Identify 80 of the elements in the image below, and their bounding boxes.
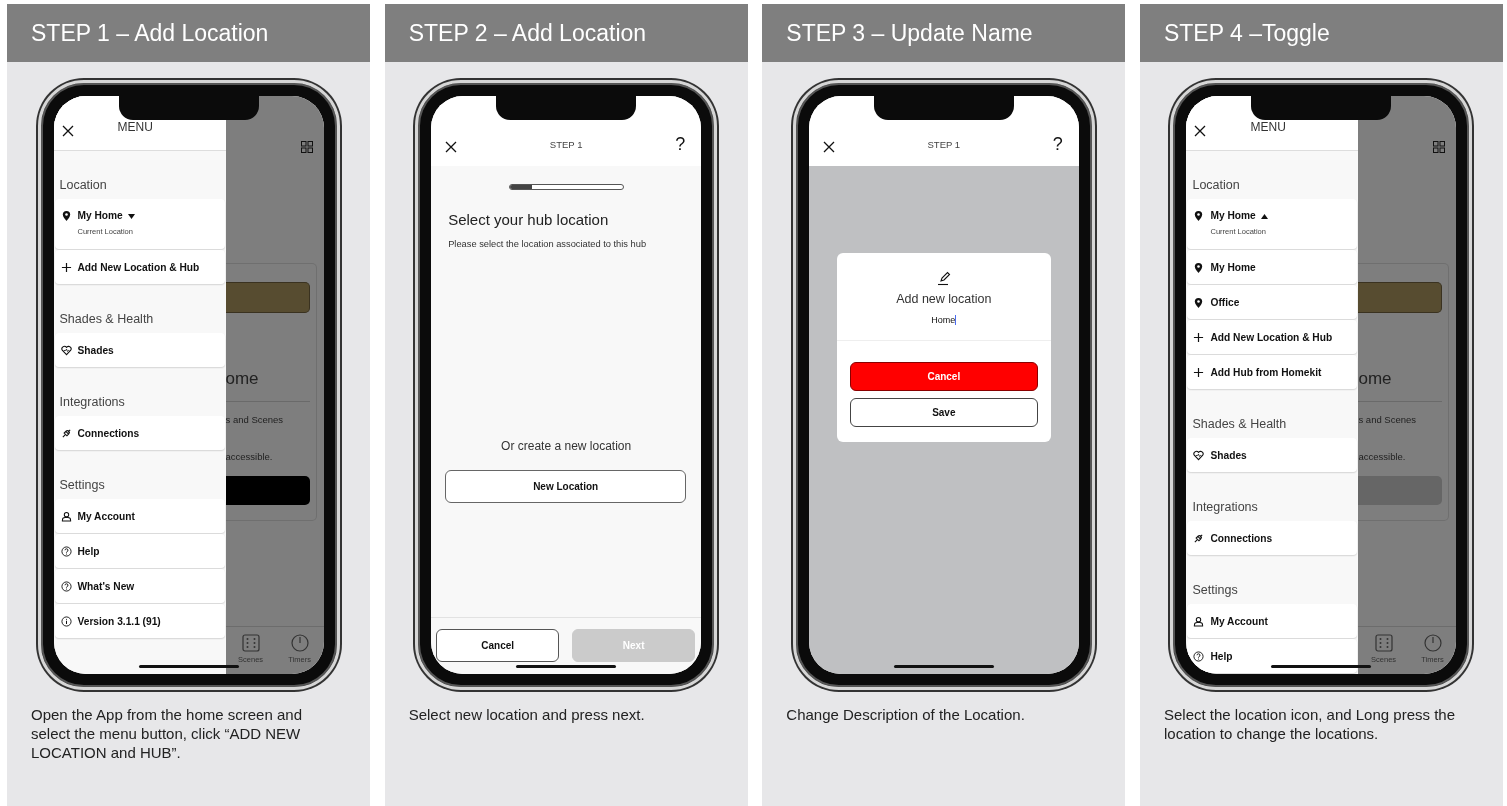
help-icon [60, 580, 72, 592]
pencil-icon [935, 270, 952, 286]
step-caption: Select new location and press next. [408, 706, 646, 725]
step-heading: STEP 1 – Add Location [7, 4, 370, 62]
menu-item[interactable]: What's New [54, 569, 225, 603]
new-location-button[interactable]: New Location [445, 470, 687, 503]
info-icon [60, 615, 72, 627]
dice-icon [241, 634, 260, 652]
menu-item[interactable]: Add Hub from Homekit [1187, 355, 1358, 389]
step-caption: Open the App from the home screen and select the menu button, click “ADD NEW LOCATION and HUB”. [31, 706, 303, 763]
menu-item[interactable]: Connections [1187, 521, 1358, 555]
pin-icon [1193, 210, 1205, 221]
timer-icon [1423, 634, 1442, 652]
menu-item[interactable]: Version 3.1.1 (91) [54, 604, 225, 638]
grid-icon [1433, 141, 1446, 153]
step-title: STEP 1 [549, 139, 583, 150]
close-icon[interactable] [61, 125, 74, 137]
dialog-button[interactable]: Save [849, 398, 1038, 427]
heart-icon [60, 344, 72, 356]
plus-icon [60, 261, 72, 273]
dialog-title: Add new location [896, 292, 992, 306]
section-heading: Shades & Health [1191, 416, 1288, 433]
step-heading: STEP 4 –Toggle [1139, 4, 1503, 62]
step-title: STEP 1 [927, 139, 961, 150]
help-button[interactable]: ? [1052, 135, 1063, 153]
menu-item[interactable]: My Account [54, 499, 225, 533]
menu-item[interactable]: Connections [54, 416, 225, 450]
section-heading: Integrations [58, 394, 126, 411]
menu-item[interactable]: Help [1187, 639, 1358, 673]
step-caption: Select the location icon, and Long press the location to change the locations. [1163, 706, 1456, 744]
help-icon [60, 545, 72, 557]
section-heading: Shades & Health [58, 311, 155, 328]
menu-item[interactable]: Shades [54, 333, 225, 367]
close-icon[interactable] [822, 141, 835, 153]
person-icon [60, 510, 72, 522]
timer-icon [290, 634, 309, 652]
menu-title: MENU [1250, 120, 1286, 134]
menu-item[interactable]: My Home [1187, 250, 1358, 284]
plug-icon [60, 427, 72, 439]
dice-icon [1374, 634, 1393, 652]
footer-button[interactable]: Cancel [436, 629, 560, 662]
card-text: accessible. [225, 451, 274, 462]
section-heading: Integrations [1191, 499, 1259, 516]
menu-item[interactable]: Help [54, 534, 225, 568]
prompt-text: Or create a new location [500, 439, 633, 453]
plus-icon [1193, 366, 1205, 378]
menu-title: MENU [117, 120, 153, 134]
card-text: accessible. [1358, 451, 1407, 462]
plug-icon [1193, 532, 1205, 544]
step-caption: Change Description of the Location. [786, 706, 1026, 725]
person-icon [1193, 615, 1205, 627]
menu-item[interactable]: Add New Location & Hub [54, 250, 225, 284]
help-button[interactable]: ? [675, 135, 686, 153]
menu-item[interactable]: Office [1187, 285, 1358, 319]
plus-icon [1193, 331, 1205, 343]
pin-icon [60, 210, 72, 221]
screen-title: Select your hub location [448, 211, 610, 228]
help-icon [1193, 650, 1205, 662]
close-icon[interactable] [445, 141, 458, 153]
pin-icon [1193, 261, 1205, 273]
description: Please select the location associated to this hub [448, 239, 648, 249]
menu-item[interactable]: Shades [1187, 438, 1358, 472]
pin-icon [1193, 296, 1205, 308]
section-heading: Location [58, 177, 108, 194]
menu-item[interactable]: Add New Location & Hub [1187, 320, 1358, 354]
step-heading: STEP 2 – Add Location [384, 4, 748, 62]
card-title: ome [1358, 369, 1393, 389]
step-heading: STEP 3 – Update Name [762, 4, 1126, 62]
section-heading: Settings [1191, 582, 1239, 599]
grid-icon [300, 141, 313, 153]
input-field[interactable]: Home [931, 315, 957, 325]
heart-icon [1193, 449, 1205, 461]
card-title: ome [225, 369, 260, 389]
dialog-button[interactable]: Cancel [849, 362, 1038, 391]
menu-item[interactable]: My Account [1187, 604, 1358, 638]
section-heading: Settings [58, 477, 106, 494]
card-text: s and Scenes [225, 414, 285, 425]
section-heading: Location [1191, 177, 1241, 194]
card-text: s and Scenes [1358, 414, 1418, 425]
close-icon[interactable] [1194, 125, 1207, 137]
